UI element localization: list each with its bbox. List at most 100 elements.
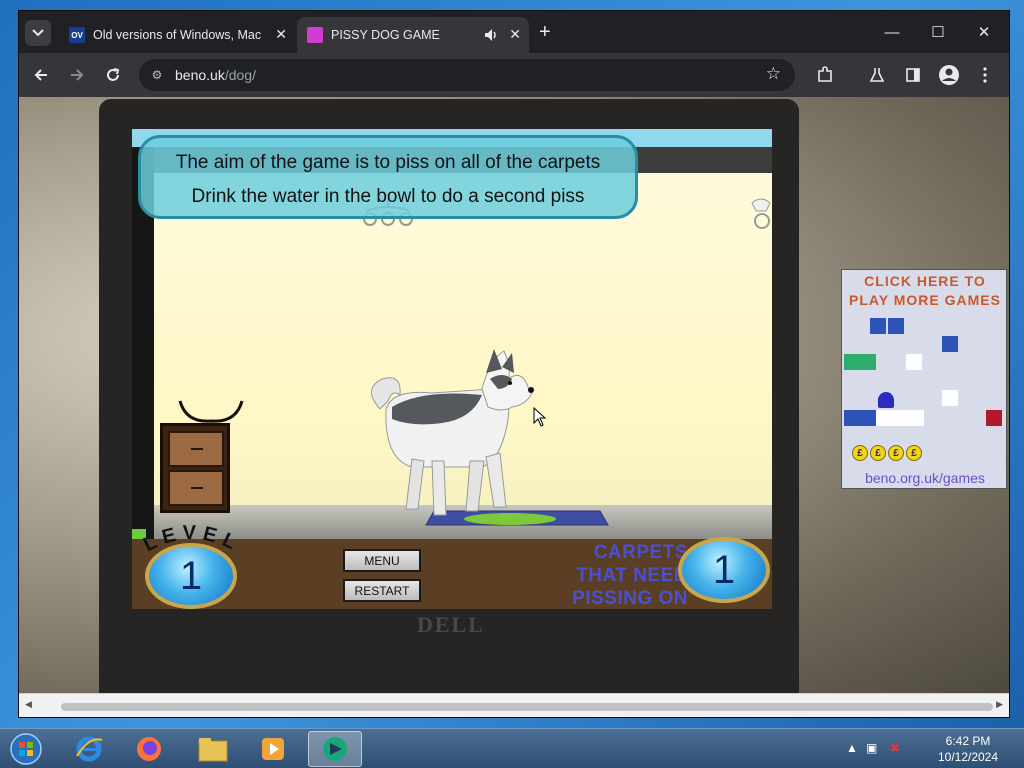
coin-icon: £	[852, 445, 868, 461]
promo-link[interactable]: beno.org.uk/games	[842, 470, 1008, 486]
tab-title: PISSY DOG GAME	[331, 28, 440, 42]
volume-muted-icon[interactable]: ✖	[890, 741, 900, 755]
scrollbar-thumb[interactable]	[61, 703, 993, 711]
promo-tile	[888, 318, 904, 334]
taskbar-browser[interactable]	[308, 731, 362, 767]
scroll-left-arrow-icon[interactable]: ◀	[25, 699, 32, 710]
promo-title-line: CLICK HERE TO	[864, 273, 986, 289]
promo-tile	[870, 318, 886, 334]
speaker-icon[interactable]	[483, 27, 499, 43]
taskbar-media-player[interactable]	[246, 731, 300, 767]
side-panel-icon	[906, 68, 920, 82]
puzzle-icon	[818, 66, 832, 82]
restart-button[interactable]: RESTART	[343, 579, 421, 602]
promo-character-icon	[878, 392, 894, 408]
taskbar: ▲ ▣ ✖ 6:42 PM 10/12/2024	[0, 728, 1024, 768]
firefox-icon	[137, 737, 161, 761]
address-bar[interactable]: ⚙ beno.uk/dog/ ☆	[139, 59, 795, 91]
page-viewport: DELL The aim of the game is to piss on a…	[19, 97, 1009, 693]
promo-tile	[906, 354, 922, 370]
arrow-left-icon	[34, 69, 47, 81]
show-hidden-icons-icon[interactable]: ▲	[846, 741, 858, 755]
promo-tile	[844, 410, 860, 426]
network-icon[interactable]: ▣	[866, 741, 877, 755]
new-tab-button[interactable]: +	[539, 22, 551, 42]
browser-window: OV Old versions of Windows, Mac ✕ PISSY …	[18, 10, 1010, 718]
mouse-cursor-icon	[533, 407, 547, 427]
cabinet-drawer	[168, 470, 224, 506]
kebab-menu-icon	[983, 67, 987, 83]
carpets-label-line: THAT NEED	[576, 565, 688, 586]
avatar-icon	[939, 65, 959, 85]
coin-icon: £	[870, 445, 886, 461]
tab-old-versions[interactable]: OV Old versions of Windows, Mac ✕	[59, 17, 295, 53]
close-tab-icon[interactable]: ✕	[275, 26, 287, 43]
site-info-icon[interactable]: ⚙	[147, 65, 167, 85]
cabinet	[160, 423, 230, 513]
media-player-icon	[262, 738, 284, 760]
monitor-brand-logo: DELL	[417, 612, 485, 637]
bookmark-star-icon[interactable]: ☆	[766, 64, 781, 84]
instruction-line: Drink the water in the bowl to do a seco…	[191, 186, 585, 207]
carpets-label-line: CARPETS	[593, 542, 688, 563]
carpets-label-line: PISSING ON	[572, 588, 688, 609]
instructions-banner: The aim of the game is to piss on all of…	[138, 135, 638, 219]
scroll-right-arrow-icon[interactable]: ▶	[996, 699, 1003, 710]
game-canvas[interactable]: The aim of the game is to piss on all of…	[132, 129, 772, 609]
labs-button[interactable]	[865, 63, 889, 87]
cabinet-drawer	[168, 431, 224, 467]
flask-icon	[869, 68, 885, 82]
taskbar-file-explorer[interactable]	[186, 731, 240, 767]
back-button[interactable]	[29, 63, 53, 87]
level-number-bubble: 1	[145, 543, 237, 609]
coin-icon: £	[888, 445, 904, 461]
promo-title-line: PLAY MORE GAMES	[849, 292, 1001, 308]
system-clock[interactable]: 6:42 PM 10/12/2024	[928, 733, 1008, 765]
minimize-button[interactable]: —	[877, 20, 907, 44]
internet-explorer-icon	[76, 736, 103, 762]
promo-title: CLICK HERE TO PLAY MORE GAMES	[842, 272, 1008, 310]
arrow-right-icon	[71, 69, 84, 81]
tab-pissy-dog-game[interactable]: PISSY DOG GAME ✕	[297, 17, 529, 53]
profile-button[interactable]	[937, 63, 961, 87]
pissy-dog-favicon-icon	[307, 27, 323, 43]
tab-title: Old versions of Windows, Mac	[93, 28, 262, 42]
water-bowl-icon[interactable]	[176, 399, 246, 425]
horizontal-scrollbar[interactable]: ◀ ▶	[19, 693, 1009, 717]
tab-search-button[interactable]	[25, 20, 51, 46]
promo-tile	[942, 336, 958, 352]
more-games-promo[interactable]: CLICK HERE TO PLAY MORE GAMES £ £ £ £ be…	[841, 269, 1007, 489]
close-window-button[interactable]: ✕	[969, 20, 999, 44]
url-path: /dog/	[224, 67, 256, 83]
start-orb-icon	[10, 733, 42, 765]
menu-button[interactable]: MENU	[343, 549, 421, 572]
chrome-like-app-icon	[323, 737, 347, 761]
wall-lamp-icon	[751, 198, 771, 229]
husky-dog-sprite[interactable]	[362, 349, 542, 521]
promo-tile	[860, 354, 876, 370]
promo-tile	[892, 410, 908, 426]
start-button[interactable]	[0, 731, 52, 767]
taskbar-internet-explorer[interactable]	[62, 731, 116, 767]
promo-tile	[908, 410, 924, 426]
taskbar-firefox[interactable]	[122, 731, 176, 767]
extensions-button[interactable]	[813, 63, 837, 87]
ov-favicon-icon: OV	[69, 27, 85, 43]
forward-button[interactable]	[65, 63, 89, 87]
file-explorer-icon	[198, 738, 228, 762]
clock-time: 6:42 PM	[945, 734, 991, 748]
promo-tile	[986, 410, 1002, 426]
maximize-button[interactable]: ☐	[923, 20, 953, 44]
promo-tile	[876, 410, 892, 426]
url-text[interactable]: beno.uk/dog/	[175, 67, 256, 83]
browser-toolbar: ⚙ beno.uk/dog/ ☆	[19, 53, 1009, 97]
promo-tile	[860, 410, 876, 426]
carpets-count-bubble: 1	[678, 537, 770, 603]
url-domain: beno.uk	[175, 67, 225, 83]
reload-button[interactable]	[101, 63, 125, 87]
menu-button[interactable]	[973, 63, 997, 87]
close-tab-icon[interactable]: ✕	[509, 26, 521, 43]
promo-tile	[844, 354, 860, 370]
side-panel-button[interactable]	[901, 63, 925, 87]
tab-strip: OV Old versions of Windows, Mac ✕ PISSY …	[19, 11, 1009, 53]
